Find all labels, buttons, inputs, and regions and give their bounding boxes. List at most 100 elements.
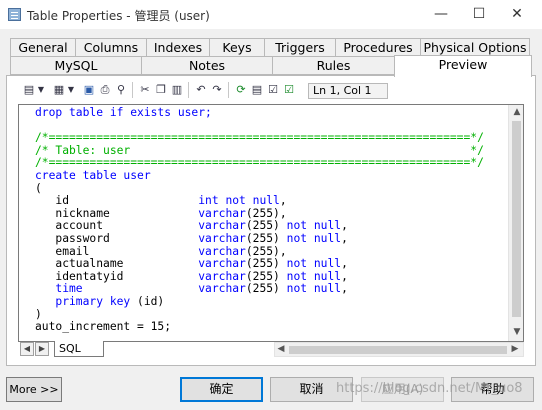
code-token: id bbox=[35, 194, 199, 208]
editor-tab-strip: ◀ ▶ SQL ◀ ▶ bbox=[18, 341, 524, 358]
code-token: not null bbox=[286, 219, 342, 233]
code-token: (id) bbox=[137, 294, 165, 308]
code-line: drop table if exists user; bbox=[35, 107, 505, 120]
code-token: auto_increment = 15; bbox=[35, 320, 172, 334]
code-token: (255) bbox=[245, 231, 287, 245]
maximize-button[interactable]: ☐ bbox=[460, 0, 498, 29]
tab-columns[interactable]: Columns bbox=[75, 38, 147, 57]
scroll-up-icon[interactable]: ▲ bbox=[509, 107, 523, 117]
code-token: ) bbox=[35, 307, 42, 321]
code-token: /* Table: user */ bbox=[35, 143, 484, 157]
scroll-thumb[interactable] bbox=[512, 121, 521, 317]
toolbar-divider bbox=[188, 82, 189, 98]
code-line: auto_increment = 15; bbox=[35, 320, 505, 334]
code-token: not null bbox=[286, 231, 342, 245]
print-icon[interactable]: ⎙ bbox=[98, 83, 112, 97]
chevron-down-icon[interactable]: ▼ bbox=[34, 83, 48, 97]
tab-notes[interactable]: Notes bbox=[141, 56, 273, 75]
scroll-left-icon[interactable]: ◀ bbox=[275, 344, 287, 354]
minimize-button[interactable]: — bbox=[422, 0, 460, 29]
code-token: varchar bbox=[198, 206, 246, 220]
code-token: account bbox=[35, 219, 199, 233]
code-token: varchar bbox=[198, 269, 246, 283]
code-line: primary key (id) bbox=[35, 294, 505, 309]
more-button[interactable]: More >> bbox=[6, 377, 62, 402]
find-icon[interactable]: ⚲ bbox=[114, 83, 128, 97]
code-token: time bbox=[35, 282, 199, 296]
cut-icon[interactable]: ✂ bbox=[138, 83, 152, 97]
code-token: , bbox=[341, 231, 348, 245]
help-button[interactable]: 帮助 bbox=[451, 377, 534, 402]
code-token: (255) bbox=[245, 219, 287, 233]
code-token: int not null bbox=[198, 194, 280, 208]
tab-prev-icon[interactable]: ◀ bbox=[20, 342, 34, 356]
code-token: (255) bbox=[245, 257, 287, 271]
code-token: varchar bbox=[198, 282, 246, 296]
toolbar-divider bbox=[132, 82, 133, 98]
code-token: nickname bbox=[35, 206, 199, 220]
save-icon[interactable]: ▣ bbox=[82, 83, 96, 97]
tab-keys[interactable]: Keys bbox=[209, 38, 265, 57]
code-token: identatyid bbox=[35, 269, 199, 283]
code-token: not null bbox=[286, 282, 342, 296]
code-token: (255) bbox=[245, 282, 287, 296]
sql-preview-editor[interactable]: drop table if exists user; /*============… bbox=[18, 104, 524, 342]
undo-icon[interactable]: ↶ bbox=[194, 83, 208, 97]
code-token: (255) bbox=[245, 269, 287, 283]
ok-button[interactable]: 确定 bbox=[180, 377, 263, 402]
code-token: ( bbox=[35, 181, 42, 195]
tab-mysql[interactable]: MySQL bbox=[10, 56, 142, 75]
tab-preview[interactable]: Preview bbox=[394, 55, 532, 77]
horizontal-scrollbar[interactable]: ◀ ▶ bbox=[274, 342, 524, 357]
code-token: not null bbox=[286, 269, 342, 283]
tab-rules[interactable]: Rules bbox=[272, 56, 395, 75]
code-token: varchar bbox=[198, 219, 246, 233]
code-token: , bbox=[341, 282, 348, 296]
scroll-right-icon[interactable]: ▶ bbox=[509, 344, 521, 354]
code-token: email bbox=[35, 244, 199, 258]
title-bar: Table Properties - 管理员 (user) — ☐ ✕ bbox=[0, 0, 542, 29]
code-token: , bbox=[341, 219, 348, 233]
close-button[interactable]: ✕ bbox=[498, 0, 536, 29]
code-token: not null bbox=[286, 257, 342, 271]
toolbar-divider bbox=[228, 82, 229, 98]
code-token: primary key bbox=[35, 294, 138, 308]
scroll-thumb[interactable] bbox=[289, 346, 507, 354]
code-token: (255), bbox=[245, 244, 287, 258]
apply-button[interactable]: 应用(A) bbox=[361, 377, 444, 402]
tab-sql[interactable]: SQL bbox=[54, 341, 104, 357]
copy-icon[interactable]: ❐ bbox=[154, 83, 168, 97]
code-token: (255), bbox=[245, 206, 287, 220]
code-token: drop table if exists user; bbox=[35, 107, 212, 119]
code-token: , bbox=[279, 194, 287, 208]
refresh-icon[interactable]: ⟳ bbox=[234, 83, 248, 97]
redo-icon[interactable]: ↷ bbox=[210, 83, 224, 97]
vertical-scrollbar[interactable]: ▲ ▼ bbox=[508, 105, 523, 341]
tab-indexes[interactable]: Indexes bbox=[146, 38, 210, 57]
code-token: password bbox=[35, 231, 199, 245]
code-token: varchar bbox=[198, 231, 246, 245]
code-token: /*======================================… bbox=[35, 131, 484, 145]
tab-general[interactable]: General bbox=[10, 38, 76, 57]
sql-code[interactable]: drop table if exists user; /*============… bbox=[35, 107, 505, 341]
scroll-down-icon[interactable]: ▼ bbox=[509, 327, 523, 337]
options-icon[interactable]: ☑ bbox=[266, 83, 280, 97]
check-icon[interactable]: ☑ bbox=[282, 83, 296, 97]
code-token: /*======================================… bbox=[35, 156, 484, 170]
cursor-position: Ln 1, Col 1 bbox=[308, 83, 388, 99]
window-title: Table Properties - 管理员 (user) bbox=[27, 9, 210, 23]
table-icon bbox=[8, 8, 21, 21]
code-token: varchar bbox=[198, 244, 246, 258]
code-token: actualname bbox=[35, 257, 199, 271]
cancel-button[interactable]: 取消 bbox=[270, 377, 353, 402]
chevron-down-icon[interactable]: ▼ bbox=[64, 83, 78, 97]
code-line: create table user bbox=[35, 168, 505, 183]
paste-icon[interactable]: ▥ bbox=[170, 83, 184, 97]
tab-next-icon[interactable]: ▶ bbox=[35, 342, 49, 356]
show-ddl-icon[interactable]: ▤ bbox=[250, 83, 264, 97]
code-token: , bbox=[341, 269, 348, 283]
tab-triggers[interactable]: Triggers bbox=[264, 38, 336, 57]
code-token: varchar bbox=[198, 257, 246, 271]
code-token: create table user bbox=[35, 168, 151, 182]
code-token: , bbox=[341, 257, 348, 271]
